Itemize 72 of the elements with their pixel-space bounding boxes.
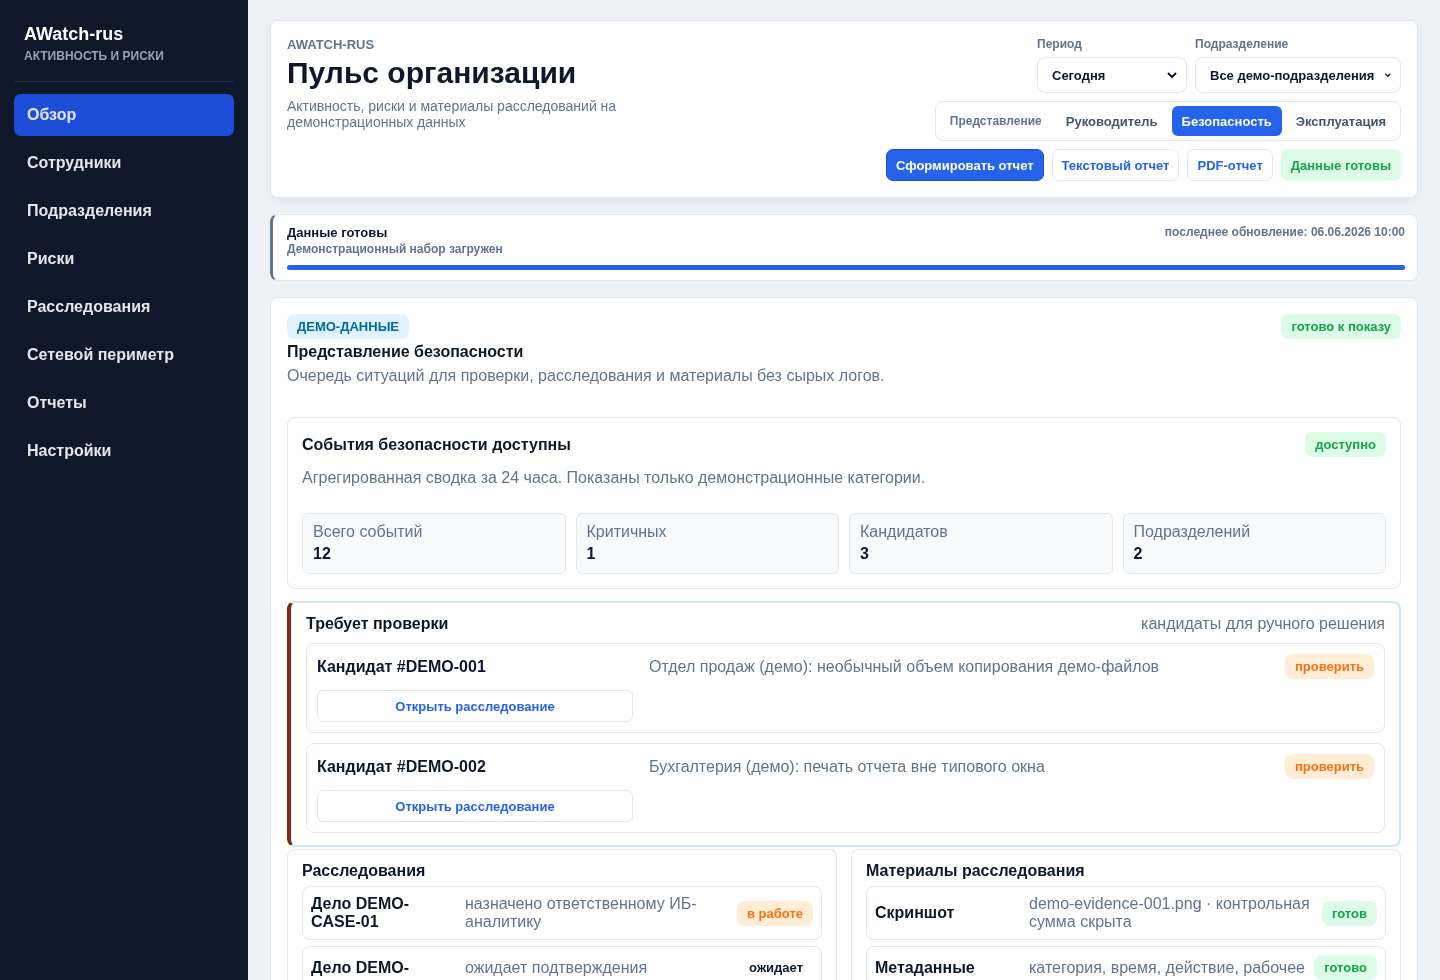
list-row[interactable]: Дело DEMO- ожидает подтверждения ожидает (302, 946, 822, 980)
report-button[interactable]: PDF-отчет (1187, 149, 1273, 181)
candidate-title: Кандидат #DEMO-002 (317, 757, 487, 777)
filter-label: Подразделение (1195, 37, 1290, 51)
status-label: ожидает (748, 959, 804, 977)
report-button[interactable]: Текстовый отчет (1051, 149, 1180, 181)
panel-description: Агрегированная сводка за 24 часа. Показаны только демонстрационные категории. (302, 469, 927, 487)
open-investigation-button[interactable]: Открыть расследование (317, 790, 633, 822)
status-badge: готово (1314, 955, 1377, 980)
status-badge: Данные готовы (1280, 149, 1401, 181)
switcher-label: Представление (948, 114, 1043, 128)
eyebrow-label: AWATCH-RUS (287, 37, 376, 52)
row-description: ожидает подтверждения (465, 958, 649, 977)
metric-value: 2 (1133, 545, 1144, 563)
row-description: назначено ответственному ИБ-аналитику (465, 895, 698, 931)
metric-label: Кандидатов (860, 523, 949, 541)
filter-label: Период (1037, 37, 1083, 51)
chevron-down-icon (1166, 69, 1178, 81)
panel-title: Требует проверки (306, 615, 449, 633)
page-description: Активность, риски и материалы расследований на демонстрационных данных (287, 98, 618, 131)
status-badge: в работе (736, 900, 813, 926)
status-badge: проверить (1284, 754, 1374, 779)
row-title: Дело DEMO- (311, 958, 410, 977)
demo-tag: ДЕМО-ДАННЫЕ (287, 314, 410, 339)
brand-name: AWatch-rus (23, 24, 125, 45)
nav-item[interactable]: Подразделения (14, 190, 234, 232)
nav-item[interactable]: Отчеты (14, 382, 234, 424)
nav-item[interactable]: Риски (14, 238, 234, 280)
filter-select[interactable]: Сегодня (1037, 57, 1187, 93)
filter-select[interactable]: Все демо-подразделения (1195, 57, 1401, 93)
row-title: Дело DEMO-CASE-01 (311, 895, 410, 931)
nav-item[interactable]: Расследования (14, 286, 234, 328)
status-badge: доступно (1305, 432, 1386, 457)
nav-item[interactable]: Настройки (14, 430, 234, 472)
status-badge: готов (1322, 900, 1377, 926)
list-row[interactable]: Дело DEMO-CASE-01 назначено ответственному ИБ-аналитику в работе (302, 886, 822, 940)
metric-label: Критичных (586, 523, 668, 541)
row-title: Скриншот (875, 904, 956, 922)
view-tab[interactable]: Безопасность (1171, 106, 1282, 136)
nav-item[interactable]: Сетевой периметр (14, 334, 234, 376)
page-title: Пульс организации (287, 56, 578, 90)
status-badge: проверить (1284, 654, 1374, 679)
status-badge: готово к показу (1281, 314, 1401, 339)
candidate-title: Кандидат #DEMO-001 (317, 657, 487, 677)
panel-note: кандидаты для ручного решения (1141, 615, 1385, 633)
metric-label: Всего событий (313, 523, 424, 541)
metric-value: 1 (586, 545, 597, 563)
section-title: Представление безопасности (287, 343, 525, 361)
panel-title: Расследования (302, 862, 427, 880)
nav-item[interactable]: Обзор (14, 94, 234, 136)
open-investigation-button[interactable]: Открыть расследование (317, 690, 633, 722)
panel-title: События безопасности доступны (302, 435, 571, 454)
metric-value: 3 (860, 545, 870, 563)
nav-item[interactable]: Сотрудники (14, 142, 234, 184)
last-update-text: последнее обновление: 06.06.2026 10:00 (1164, 225, 1405, 241)
candidate-description: Бухгалтерия (демо): печать отчета вне типового окна (648, 757, 1046, 777)
metric-value: 12 (313, 545, 332, 563)
candidate-description: Отдел продаж (демо): необычный объем копирования демо-файлов (648, 657, 1161, 677)
report-button[interactable]: Сформировать отчет (885, 149, 1044, 181)
list-row[interactable]: Метаданные категория, время, действие, рабочее готово (866, 946, 1386, 980)
row-description: категория, время, действие, рабочее (1029, 958, 1306, 977)
row-title: Метаданные (875, 958, 976, 977)
status-title: Данные готовы (287, 225, 389, 240)
list-row[interactable]: Скриншот demo-evidence-001.png · контрольная сумма скрыта готов (866, 886, 1386, 940)
panel-title: Материалы расследования (866, 862, 1086, 880)
row-description: demo-evidence-001.png · контрольная сумма скрыта (1029, 895, 1311, 931)
metric-label: Подразделений (1133, 523, 1252, 541)
view-tab[interactable]: Эксплуатация (1285, 106, 1396, 136)
view-tab[interactable]: Руководитель (1055, 106, 1168, 136)
section-description: Очередь ситуаций для проверки, расследования и материалы без сырых логов. (287, 367, 886, 385)
brand-subtitle: АКТИВНОСТЬ И РИСКИ (14, 45, 234, 82)
status-subtitle: Демонстрационный набор загружен (287, 242, 503, 256)
